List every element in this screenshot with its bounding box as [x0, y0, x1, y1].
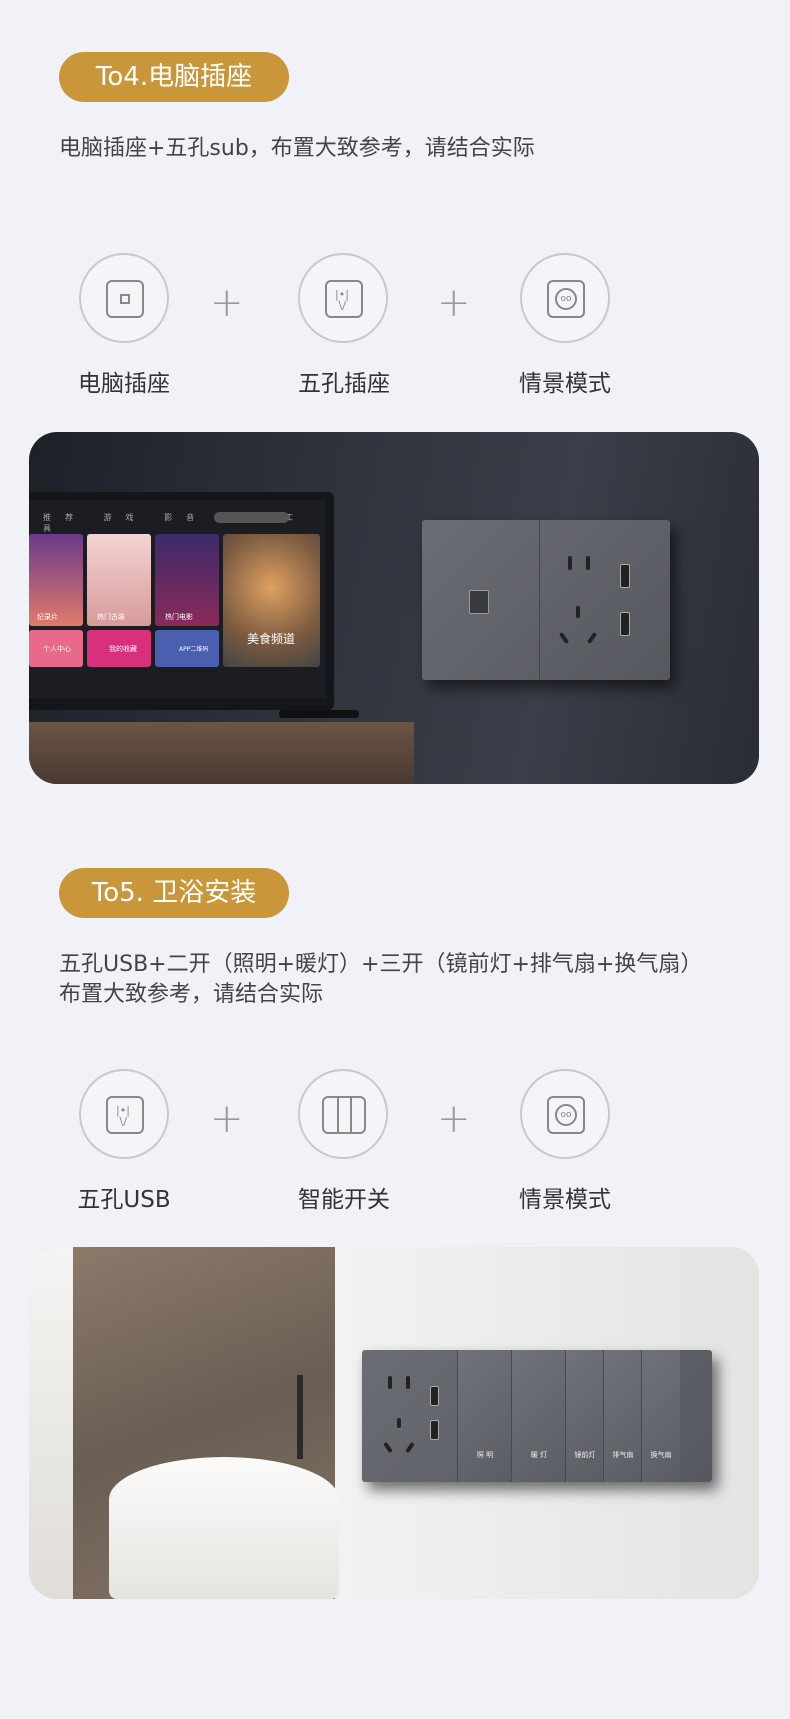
usb-port	[430, 1386, 439, 1406]
usb-port	[620, 612, 630, 636]
tv-nav-item: 影音	[164, 513, 209, 522]
icon-label-five-hole-socket: 五孔插座	[298, 371, 390, 397]
faucet	[297, 1375, 303, 1459]
tv-search-bar	[214, 512, 289, 523]
tv-tile: 热门古装	[87, 534, 151, 626]
icon-label-scene-mode: 情景模式	[519, 1187, 611, 1213]
tv-tile: APP二维码	[155, 630, 219, 667]
socket-hole	[383, 1441, 393, 1454]
section2-description-line1: 五孔USB+二开（照明+暖灯）+三开（镜前灯+排气扇+换气扇）	[59, 952, 703, 977]
section1-description: 电脑插座+五孔sub，布置大致参考，请结合实际	[59, 136, 535, 161]
tv-nav-item: 推荐	[43, 513, 87, 522]
tv-tile-label: 热门电影	[165, 613, 193, 621]
plus-sign: +	[210, 1096, 244, 1142]
smart-switch-icon	[298, 1069, 388, 1159]
tv-screen: 推荐 游戏 影音 教育 工具 纪录片 热门古装 热门电影 美食频道 个人中心 我…	[29, 500, 326, 698]
icon-label-five-hole-usb: 五孔USB	[77, 1187, 171, 1213]
switch-key-ventilation-fan[interactable]: 换气扇	[641, 1350, 680, 1482]
computer-five-hole-panel	[422, 520, 670, 680]
icon-label-smart-switch: 智能开关	[298, 1187, 390, 1213]
socket-hole	[586, 631, 598, 645]
tv-tile: 热门电影	[155, 534, 219, 626]
icon-label-scene-mode: 情景模式	[519, 371, 611, 397]
tv-tile-label: APP二维码	[179, 646, 209, 653]
tv-tile-label: 美食频道	[247, 632, 296, 646]
switch-key-label: 照 明	[476, 1451, 494, 1459]
switch-key-exhaust-fan[interactable]: 排气扇	[603, 1350, 642, 1482]
switch-key-label: 排气扇	[612, 1451, 634, 1459]
tv-nav-item: 游戏	[103, 513, 148, 522]
tv-tile-label: 热门古装	[97, 613, 125, 621]
socket-hole	[406, 1376, 410, 1389]
tv-tile-label: 个人中心	[43, 645, 71, 653]
scene-mode-icon: oo	[520, 1069, 610, 1159]
icon-label-computer-socket: 电脑插座	[78, 371, 170, 397]
switch-key-label: 暖 灯	[530, 1451, 548, 1459]
plus-sign: +	[437, 280, 471, 326]
five-hole-usb-icon: |•| \/	[79, 1069, 169, 1159]
socket-hole	[568, 556, 572, 570]
plus-sign: +	[210, 280, 244, 326]
section1-title: To4.电脑插座	[59, 52, 289, 102]
five-hole-socket-icon: |•| \/	[298, 253, 388, 343]
window	[29, 1247, 73, 1599]
tv: 推荐 游戏 影音 教育 工具 纪录片 热门古装 热门电影 美食频道 个人中心 我…	[29, 492, 334, 710]
socket-hole	[576, 606, 580, 618]
socket-hole	[586, 556, 590, 570]
socket-hole	[405, 1441, 415, 1454]
usb-port	[430, 1420, 439, 1440]
switch-key-lighting[interactable]: 照 明	[457, 1350, 512, 1482]
socket-hole	[388, 1376, 392, 1389]
plus-sign: +	[437, 1096, 471, 1142]
bathroom-photo: 照 明 暖 灯 镜前灯 排气扇 换气扇	[29, 1247, 759, 1599]
section2-description-line2: 布置大致参考，请结合实际	[59, 982, 324, 1007]
rj45-port	[469, 590, 489, 614]
tv-tile: 我的收藏	[87, 630, 151, 667]
switch-key-warm-light[interactable]: 暖 灯	[511, 1350, 566, 1482]
bathtub	[109, 1457, 339, 1599]
switch-key-label: 镜前灯	[574, 1451, 596, 1459]
tv-tile: 个人中心	[29, 630, 83, 667]
computer-socket-photo: 推荐 游戏 影音 教育 工具 纪录片 热门古装 热门电影 美食频道 个人中心 我…	[29, 432, 759, 784]
panel-divider	[539, 520, 540, 680]
socket-hole	[397, 1418, 401, 1428]
tv-stand	[279, 710, 359, 718]
tv-tile: 美食频道	[223, 534, 320, 667]
usb-port	[620, 564, 630, 588]
switch-key-label: 换气扇	[650, 1451, 672, 1459]
tv-tile-label: 纪录片	[37, 613, 58, 621]
tv-cabinet	[29, 722, 414, 784]
tv-tile: 纪录片	[29, 534, 83, 626]
socket-hole	[558, 631, 570, 645]
section2-title: To5. 卫浴安装	[59, 868, 289, 918]
bathroom-switch-panel: 照 明 暖 灯 镜前灯 排气扇 换气扇	[362, 1350, 712, 1482]
tv-tile-label: 我的收藏	[109, 645, 137, 653]
scene-mode-icon: oo	[520, 253, 610, 343]
switch-key-mirror-light[interactable]: 镜前灯	[565, 1350, 604, 1482]
computer-socket-icon	[79, 253, 169, 343]
